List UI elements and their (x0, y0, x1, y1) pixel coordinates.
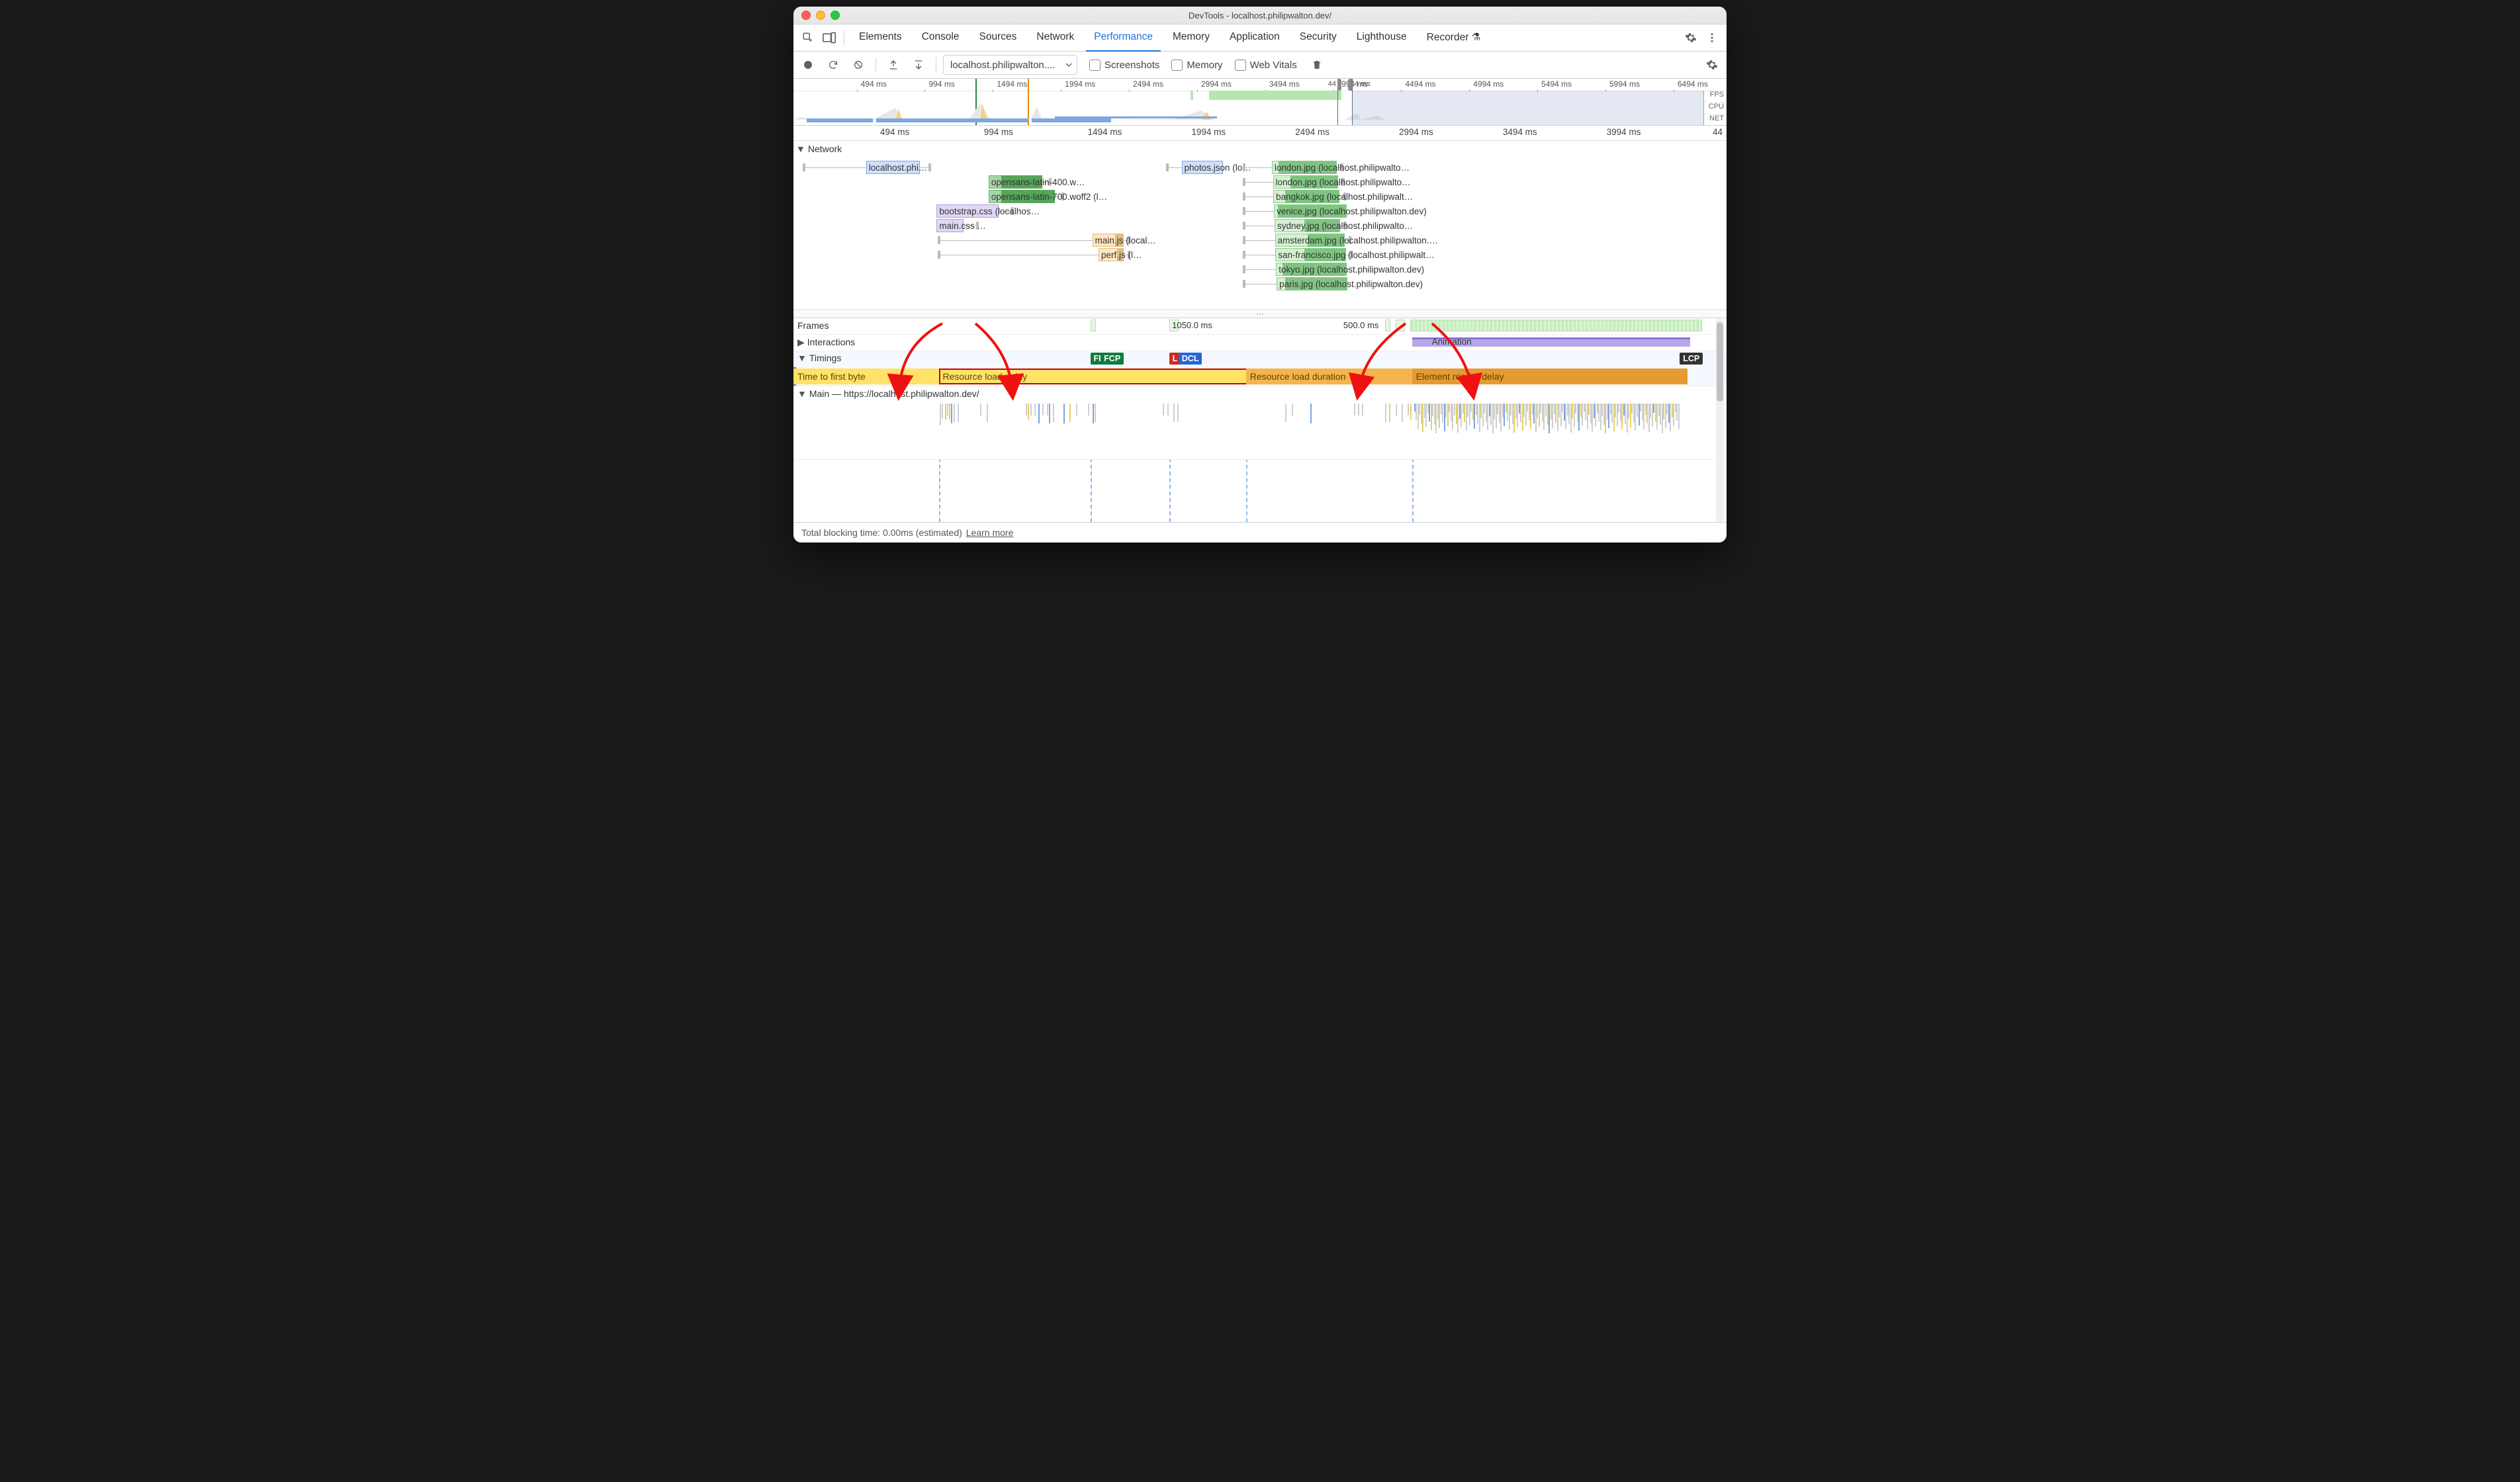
phase-ttfb[interactable]: Time to first byte (793, 369, 943, 384)
network-request[interactable]: bangkok.jpg (localhost.philipwalt… (1273, 190, 1339, 203)
network-request[interactable]: london.jpg (localhost.philipwalto… (1272, 161, 1337, 174)
settings-gear-icon[interactable] (1680, 27, 1701, 48)
window-title: DevTools - localhost.philipwalton.dev/ (793, 11, 1727, 21)
record-icon[interactable] (797, 54, 819, 75)
tab-elements[interactable]: Elements (851, 24, 910, 50)
reload-icon[interactable] (823, 54, 844, 75)
frames-track[interactable]: Frames 1050.0 ms500.0 ms (793, 318, 1727, 335)
close-icon[interactable] (801, 11, 811, 20)
overview-sel-left-label: 44 (1328, 80, 1337, 88)
flamechart-area[interactable]: Frames 1050.0 ms500.0 ms ▶Interactions A… (793, 318, 1727, 522)
interactions-track[interactable]: ▶Interactions Animation (793, 335, 1727, 351)
timing-marker-fcp[interactable]: FCP (1101, 353, 1124, 365)
resize-handle[interactable]: ⋯ (793, 310, 1727, 318)
network-request[interactable]: san-francisco.jpg (localhost.philipwalt… (1275, 248, 1346, 261)
overview-minimap[interactable]: 494 ms994 ms1494 ms1994 ms2494 ms2994 ms… (793, 79, 1727, 126)
network-request[interactable]: venice.jpg (localhost.philipwalton.dev) (1274, 204, 1347, 218)
tab-application[interactable]: Application (1222, 24, 1288, 50)
timing-marker-dcl[interactable]: DCL (1179, 353, 1202, 365)
network-request[interactable]: bootstrap.css (localhos… (936, 204, 999, 218)
tab-network[interactable]: Network (1028, 24, 1082, 50)
chevron-down-icon (1065, 61, 1073, 69)
tab-lighthouse[interactable]: Lighthouse (1349, 24, 1415, 50)
network-request[interactable]: tokyo.jpg (localhost.philipwalton.dev) (1276, 263, 1347, 276)
status-footer: Total blocking time: 0.00ms (estimated) … (793, 522, 1727, 543)
overview-sel-right-label: 4 ms (1355, 80, 1371, 88)
devtools-window: DevTools - localhost.philipwalton.dev/ E… (793, 7, 1727, 543)
tab-security[interactable]: Security (1292, 24, 1345, 50)
phase-rld[interactable]: Resource load delay (939, 369, 1250, 384)
network-request[interactable]: opensans-latin-400.w… (989, 175, 1043, 189)
tab-recorder-[interactable]: Recorder ⚗ (1419, 24, 1489, 50)
tab-memory[interactable]: Memory (1165, 24, 1218, 50)
maximize-icon[interactable] (831, 11, 840, 20)
learn-more-link[interactable]: Learn more (966, 527, 1014, 538)
network-request[interactable]: photos.json (lo… (1182, 161, 1224, 174)
clear-icon[interactable] (848, 54, 869, 75)
overview-lane-net: NET (1704, 114, 1727, 126)
network-request[interactable]: perf.js (l… (1099, 248, 1124, 261)
more-icon[interactable] (1701, 27, 1723, 48)
network-request[interactable]: paris.jpg (localhost.philipwalton.dev) (1277, 277, 1347, 290)
network-request[interactable]: localhost.phi… (866, 161, 921, 174)
main-track[interactable]: ▼Main — https://localhost.philipwalton.d… (793, 386, 1727, 460)
timeline-ruler[interactable]: 494 ms994 ms1494 ms1994 ms2494 ms2994 ms… (793, 126, 1727, 141)
scrollbar[interactable] (1716, 318, 1724, 522)
load-profile-icon[interactable] (883, 54, 904, 75)
network-request[interactable]: main.css … (936, 219, 964, 232)
webvitals-checkbox[interactable]: Web Vitals (1235, 60, 1297, 71)
minimize-icon[interactable] (816, 11, 825, 20)
device-toolbar-icon[interactable] (819, 27, 840, 48)
tab-sources[interactable]: Sources (971, 24, 1025, 50)
timings-track[interactable]: ▼Timings FPFCPLDCLLCP Time to first byte… (793, 351, 1727, 386)
trash-icon[interactable] (1306, 54, 1328, 75)
tab-performance[interactable]: Performance (1086, 24, 1161, 52)
phase-rldur[interactable]: Resource load duration (1246, 369, 1416, 384)
network-track-label[interactable]: ▼Network (796, 144, 842, 154)
capture-settings-gear-icon[interactable] (1701, 54, 1723, 75)
tab-console[interactable]: Console (914, 24, 968, 50)
network-track[interactable]: ▼Network localhost.phi… opensans-latin-40… (793, 141, 1727, 310)
network-request[interactable]: opensans-latin-700.woff2 (l… (989, 190, 1055, 203)
network-request[interactable]: amsterdam.jpg (localhost.philipwalton.… (1275, 234, 1345, 247)
overview-lane-cpu: CPU (1704, 103, 1727, 114)
timing-marker-lcp[interactable]: LCP (1680, 353, 1703, 365)
save-profile-icon[interactable] (908, 54, 929, 75)
performance-toolbar: localhost.philipwalton.... Screenshots M… (793, 52, 1727, 79)
screenshots-checkbox[interactable]: Screenshots (1089, 60, 1159, 71)
phase-erd[interactable]: Element render delay (1412, 369, 1688, 384)
memory-checkbox[interactable]: Memory (1171, 60, 1222, 71)
overview-lane-fps: FPS (1704, 91, 1727, 103)
network-request[interactable]: sydney.jpg (localhost.philipwalto… (1275, 219, 1340, 232)
profile-selector[interactable]: localhost.philipwalton.... (943, 55, 1077, 75)
titlebar: DevTools - localhost.philipwalton.dev/ (793, 7, 1727, 24)
profile-selector-label: localhost.philipwalton.... (950, 60, 1055, 71)
tbt-text: Total blocking time: 0.00ms (estimated) (801, 527, 962, 538)
network-request[interactable]: london.jpg (localhost.philipwalto… (1273, 175, 1338, 189)
network-request[interactable]: main.js (local… (1093, 234, 1124, 247)
panel-tabs: ElementsConsoleSourcesNetworkPerformance… (793, 24, 1727, 52)
inspect-icon[interactable] (797, 27, 819, 48)
